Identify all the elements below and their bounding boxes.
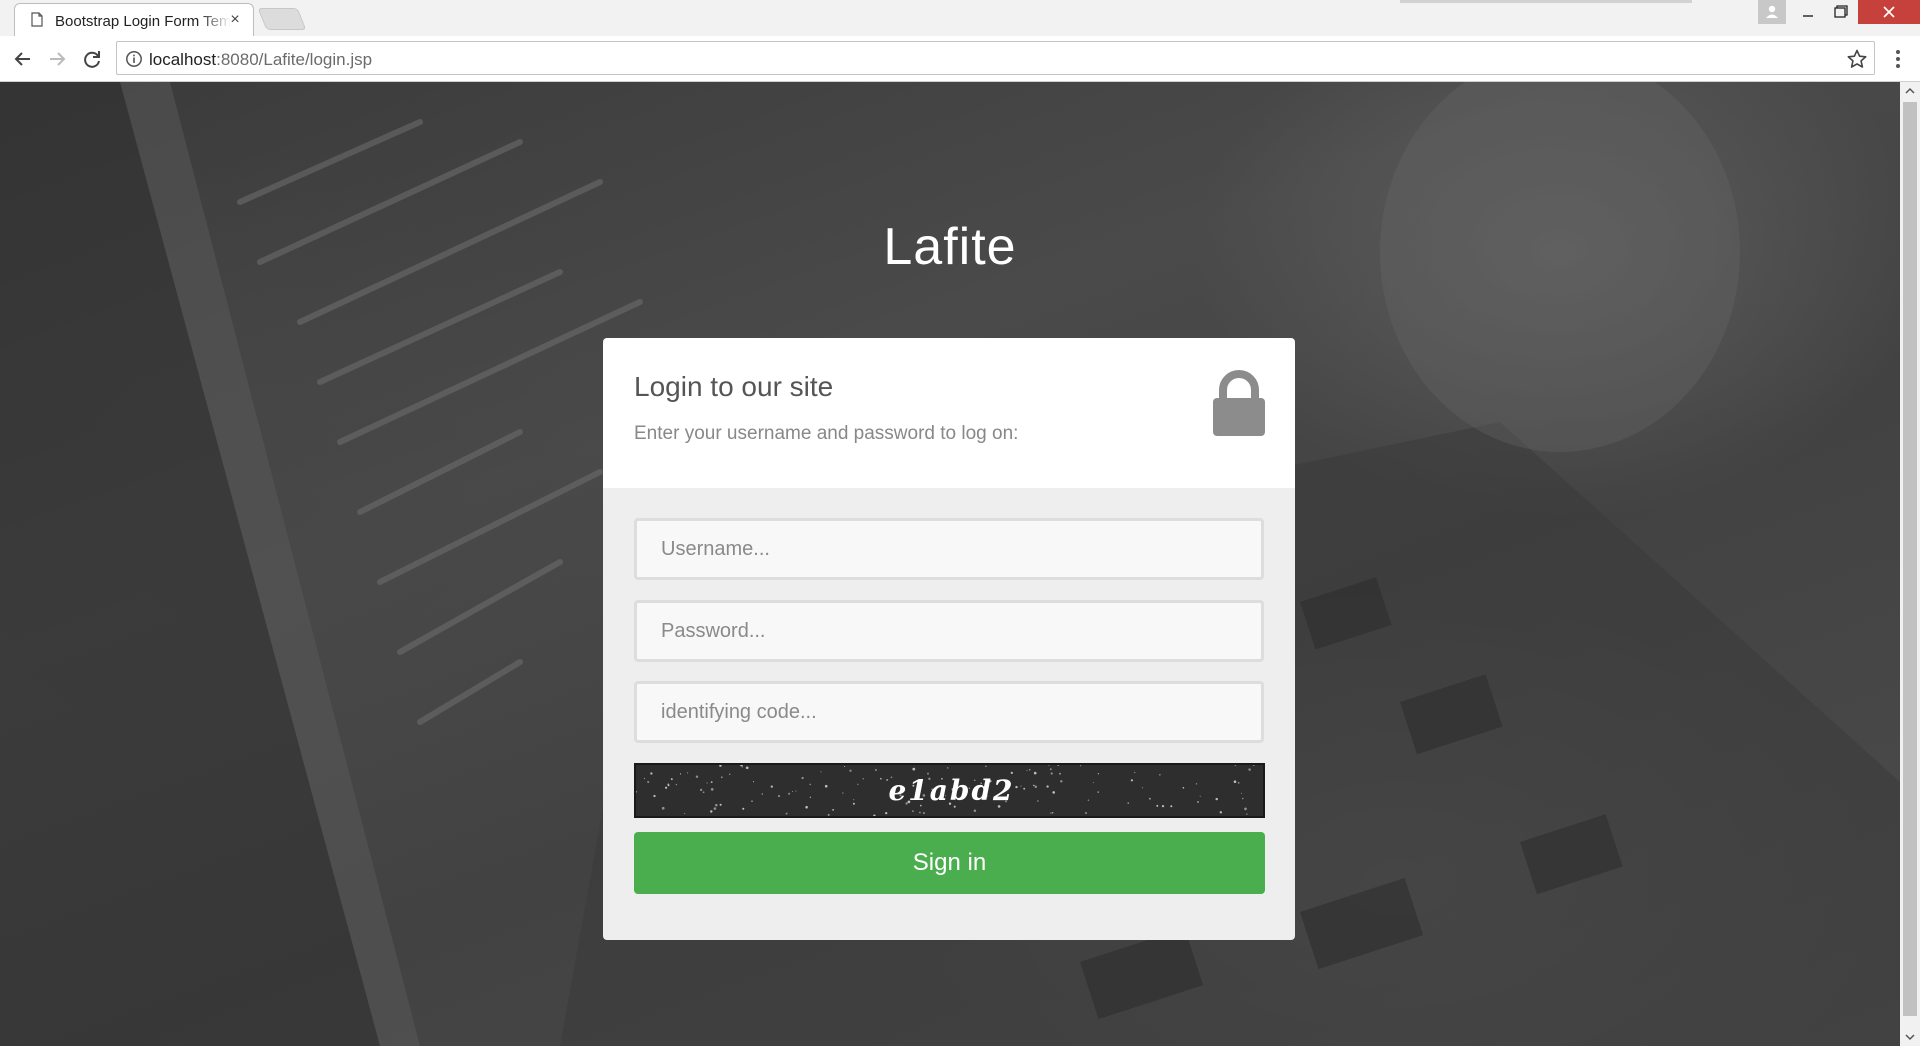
url-host: localhost [149,50,217,69]
username-input[interactable] [634,518,1264,580]
form-heading: Login to our site [634,371,834,402]
url-path: :8080/Lafite/login.jsp [216,50,373,69]
minimize-icon [1803,15,1813,17]
page-scrollbar[interactable] [1900,82,1920,1046]
restore-button[interactable] [1824,0,1858,24]
address-bar[interactable]: localhost:8080/Lafite/login.jsp [116,41,1875,75]
star-icon[interactable] [1846,48,1868,70]
page-viewport: Lafite Login to our site Enter your user… [0,82,1900,1046]
back-icon[interactable] [10,46,36,72]
new-tab-button[interactable] [257,8,307,30]
tab-strip: Bootstrap Login Form Template × [0,0,1920,36]
sign-in-button[interactable]: Sign in [634,832,1265,894]
captcha-image[interactable]: e1abd2 [634,763,1265,818]
tabstrip-divider [1400,0,1692,3]
forward-icon[interactable] [44,46,70,72]
scroll-down-icon[interactable] [1904,1032,1916,1042]
reload-icon[interactable] [79,46,105,72]
menu-icon[interactable] [1886,46,1910,72]
password-input[interactable] [634,600,1264,662]
form-header: Login to our site Enter your username an… [603,338,1295,488]
login-form: Login to our site Enter your username an… [603,338,1295,940]
minimize-button[interactable] [1791,0,1825,24]
scroll-up-icon[interactable] [1904,86,1916,96]
page-icon [31,12,43,27]
identifying-code-input[interactable] [634,681,1264,743]
browser-tab[interactable]: Bootstrap Login Form Template × [14,3,254,36]
captcha-text: e1abd2 [888,774,1015,807]
profile-button[interactable] [1758,0,1786,24]
info-icon[interactable] [125,50,143,68]
profile-icon [1766,5,1778,18]
browser-toolbar: localhost:8080/Lafite/login.jsp [0,36,1920,82]
url-text[interactable]: localhost:8080/Lafite/login.jsp [149,50,372,70]
restore-icon [1834,5,1848,18]
scrollbar-thumb[interactable] [1903,102,1917,1016]
tab-close-icon[interactable]: × [227,11,243,29]
site-title: Lafite [883,218,1017,276]
tab-title: Bootstrap Login Form Template [55,13,231,30]
lock-icon [1213,370,1265,436]
form-subheading: Enter your username and password to log … [634,423,1019,444]
form-body: e1abd2 Sign in [603,488,1295,940]
window-close-button[interactable] [1858,0,1920,24]
close-icon [1883,6,1895,18]
